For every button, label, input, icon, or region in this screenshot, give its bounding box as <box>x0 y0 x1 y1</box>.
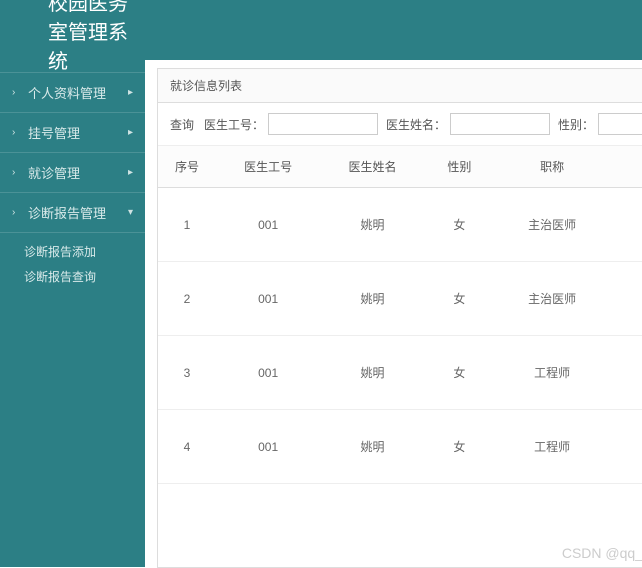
subnav-query-report[interactable]: 诊断报告查询 <box>24 264 145 289</box>
cell-seq: 2 <box>158 262 216 336</box>
content-panel: 就诊信息列表 查询 医生工号： 医生姓名： 性别： 职称 序号 医生工号 医生姓… <box>157 68 642 568</box>
search-bar: 查询 医生工号： 医生姓名： 性别： 职称 <box>158 103 642 146</box>
table-row[interactable]: 1001姚明女主治医师123456 <box>158 188 642 262</box>
th-student-id: 学号 <box>610 146 642 188</box>
gender-input[interactable] <box>598 113 642 135</box>
nav-label: 就诊管理 <box>28 163 128 182</box>
cell-title: 主治医师 <box>494 188 610 262</box>
chevron-right-icon: › <box>12 127 22 138</box>
gender-label: 性别： <box>558 116 594 133</box>
chevron-right-icon: › <box>12 167 22 178</box>
cell-title: 主治医师 <box>494 262 610 336</box>
cell-sid: 001 <box>610 336 642 410</box>
cell-seq: 1 <box>158 188 216 262</box>
cell-id: 001 <box>216 410 320 484</box>
app-title: 校园医务室管理系统 <box>0 0 145 60</box>
chevron-right-icon: › <box>12 207 22 218</box>
nav-item-visit[interactable]: › 就诊管理 ▸ <box>0 152 145 192</box>
cell-gender: 女 <box>425 262 495 336</box>
cell-id: 001 <box>216 262 320 336</box>
table-row[interactable]: 4001姚明女工程师001 <box>158 410 642 484</box>
expand-icon: ▸ <box>128 167 133 178</box>
th-title: 职称 <box>494 146 610 188</box>
subnav-add-report[interactable]: 诊断报告添加 <box>24 239 145 264</box>
cell-seq: 3 <box>158 336 216 410</box>
chevron-right-icon: › <box>12 87 22 98</box>
cell-sid: 001 <box>610 262 642 336</box>
sidebar: 校园医务室管理系统 › 个人资料管理 ▸ › 挂号管理 ▸ › 就诊管理 ▸ ›… <box>0 0 145 567</box>
cell-name: 姚明 <box>320 336 424 410</box>
cell-name: 姚明 <box>320 188 424 262</box>
nav-item-register[interactable]: › 挂号管理 ▸ <box>0 112 145 152</box>
cell-sid: 123456 <box>610 188 642 262</box>
expand-icon: ▸ <box>128 87 133 98</box>
doctor-name-label: 医生姓名： <box>386 116 446 133</box>
nav-item-diagnosis[interactable]: › 诊断报告管理 ▾ <box>0 192 145 232</box>
header-bar <box>145 0 642 60</box>
query-label: 查询 <box>170 116 194 133</box>
cell-seq: 4 <box>158 410 216 484</box>
th-doctor-name: 医生姓名 <box>320 146 424 188</box>
nav-label: 挂号管理 <box>28 123 128 142</box>
cell-id: 001 <box>216 336 320 410</box>
cell-name: 姚明 <box>320 262 424 336</box>
collapse-icon: ▾ <box>128 207 133 218</box>
expand-icon: ▸ <box>128 127 133 138</box>
cell-gender: 女 <box>425 188 495 262</box>
subnav: 诊断报告添加 诊断报告查询 <box>0 232 145 299</box>
main: 就诊信息列表 查询 医生工号： 医生姓名： 性别： 职称 序号 医生工号 医生姓… <box>145 0 642 567</box>
table-row[interactable]: 2001姚明女主治医师001 <box>158 262 642 336</box>
data-table: 序号 医生工号 医生姓名 性别 职称 学号 1001姚明女主治医师1234562… <box>158 146 642 484</box>
cell-sid: 001 <box>610 410 642 484</box>
nav-label: 个人资料管理 <box>28 83 128 102</box>
doctor-id-input[interactable] <box>268 113 378 135</box>
th-seq: 序号 <box>158 146 216 188</box>
nav-label: 诊断报告管理 <box>28 203 128 222</box>
nav: › 个人资料管理 ▸ › 挂号管理 ▸ › 就诊管理 ▸ › 诊断报告管理 ▾ … <box>0 60 145 299</box>
cell-id: 001 <box>216 188 320 262</box>
cell-gender: 女 <box>425 336 495 410</box>
th-doctor-id: 医生工号 <box>216 146 320 188</box>
panel-title: 就诊信息列表 <box>158 69 642 103</box>
cell-name: 姚明 <box>320 410 424 484</box>
nav-item-profile[interactable]: › 个人资料管理 ▸ <box>0 72 145 112</box>
cell-title: 工程师 <box>494 336 610 410</box>
cell-title: 工程师 <box>494 410 610 484</box>
th-gender: 性别 <box>425 146 495 188</box>
doctor-name-input[interactable] <box>450 113 550 135</box>
cell-gender: 女 <box>425 410 495 484</box>
table-row[interactable]: 3001姚明女工程师001 <box>158 336 642 410</box>
table-header-row: 序号 医生工号 医生姓名 性别 职称 学号 <box>158 146 642 188</box>
doctor-id-label: 医生工号： <box>204 116 264 133</box>
